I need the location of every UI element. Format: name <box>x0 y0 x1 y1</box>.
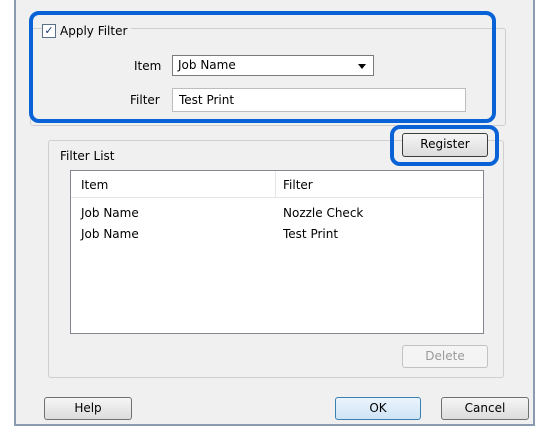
column-header-filter[interactable]: Filter <box>283 178 313 192</box>
row-item-cell: Job Name <box>81 227 139 241</box>
delete-button[interactable]: Delete <box>402 345 488 368</box>
column-separator[interactable] <box>275 171 276 197</box>
filter-list-table[interactable]: Item Filter Job Name Nozzle Check Job Na… <box>70 170 484 334</box>
table-header: Item Filter <box>71 171 483 198</box>
column-header-item[interactable]: Item <box>81 178 108 192</box>
filter-list-title: Filter List <box>60 149 115 163</box>
row-filter-cell: Nozzle Check <box>283 206 364 220</box>
highlight-register-button <box>390 125 499 166</box>
row-item-cell: Job Name <box>81 206 139 220</box>
cancel-button[interactable]: Cancel <box>441 397 529 420</box>
ok-button[interactable]: OK <box>335 397 421 420</box>
row-filter-cell: Test Print <box>283 227 339 241</box>
highlight-filter-area <box>29 11 496 123</box>
help-button[interactable]: Help <box>44 397 132 420</box>
